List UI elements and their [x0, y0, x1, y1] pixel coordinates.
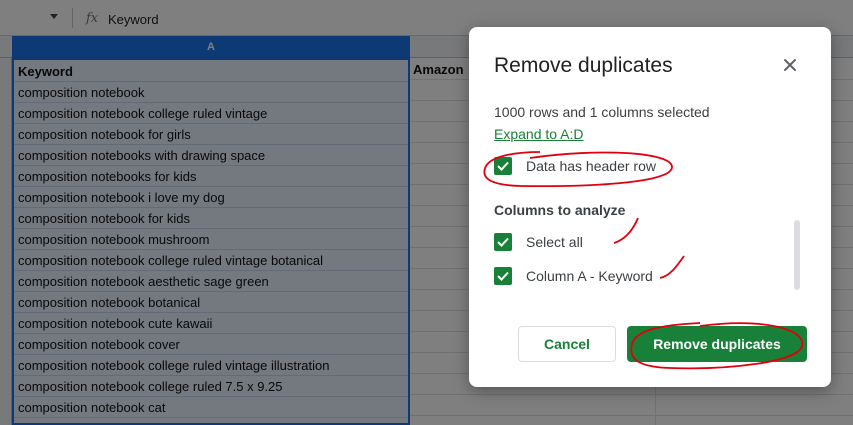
columns-to-analyze-heading: Columns to analyze: [494, 202, 626, 218]
column-a-label: Column A - Keyword: [526, 268, 653, 284]
remove-duplicates-button[interactable]: Remove duplicates: [627, 326, 807, 362]
select-all-option[interactable]: Select all: [494, 232, 583, 252]
select-all-label: Select all: [526, 234, 583, 250]
check-icon: [497, 271, 509, 281]
close-icon[interactable]: [778, 53, 802, 77]
columns-scrollbar[interactable]: [794, 220, 800, 290]
dialog-title: Remove duplicates: [494, 54, 673, 77]
column-a-option[interactable]: Column A - Keyword: [494, 266, 653, 286]
check-icon: [497, 237, 509, 247]
column-a-checkbox[interactable]: [494, 267, 512, 285]
select-all-checkbox[interactable]: [494, 233, 512, 251]
header-row-checkbox[interactable]: [494, 157, 512, 175]
check-icon: [497, 161, 509, 171]
expand-range-link[interactable]: Expand to A:D: [494, 126, 584, 142]
header-row-option[interactable]: Data has header row: [494, 156, 656, 176]
header-row-label: Data has header row: [526, 158, 656, 174]
remove-duplicates-dialog: Remove duplicates 1000 rows and 1 column…: [469, 27, 831, 387]
selection-summary: 1000 rows and 1 columns selected: [494, 104, 710, 120]
cancel-button[interactable]: Cancel: [518, 326, 616, 362]
